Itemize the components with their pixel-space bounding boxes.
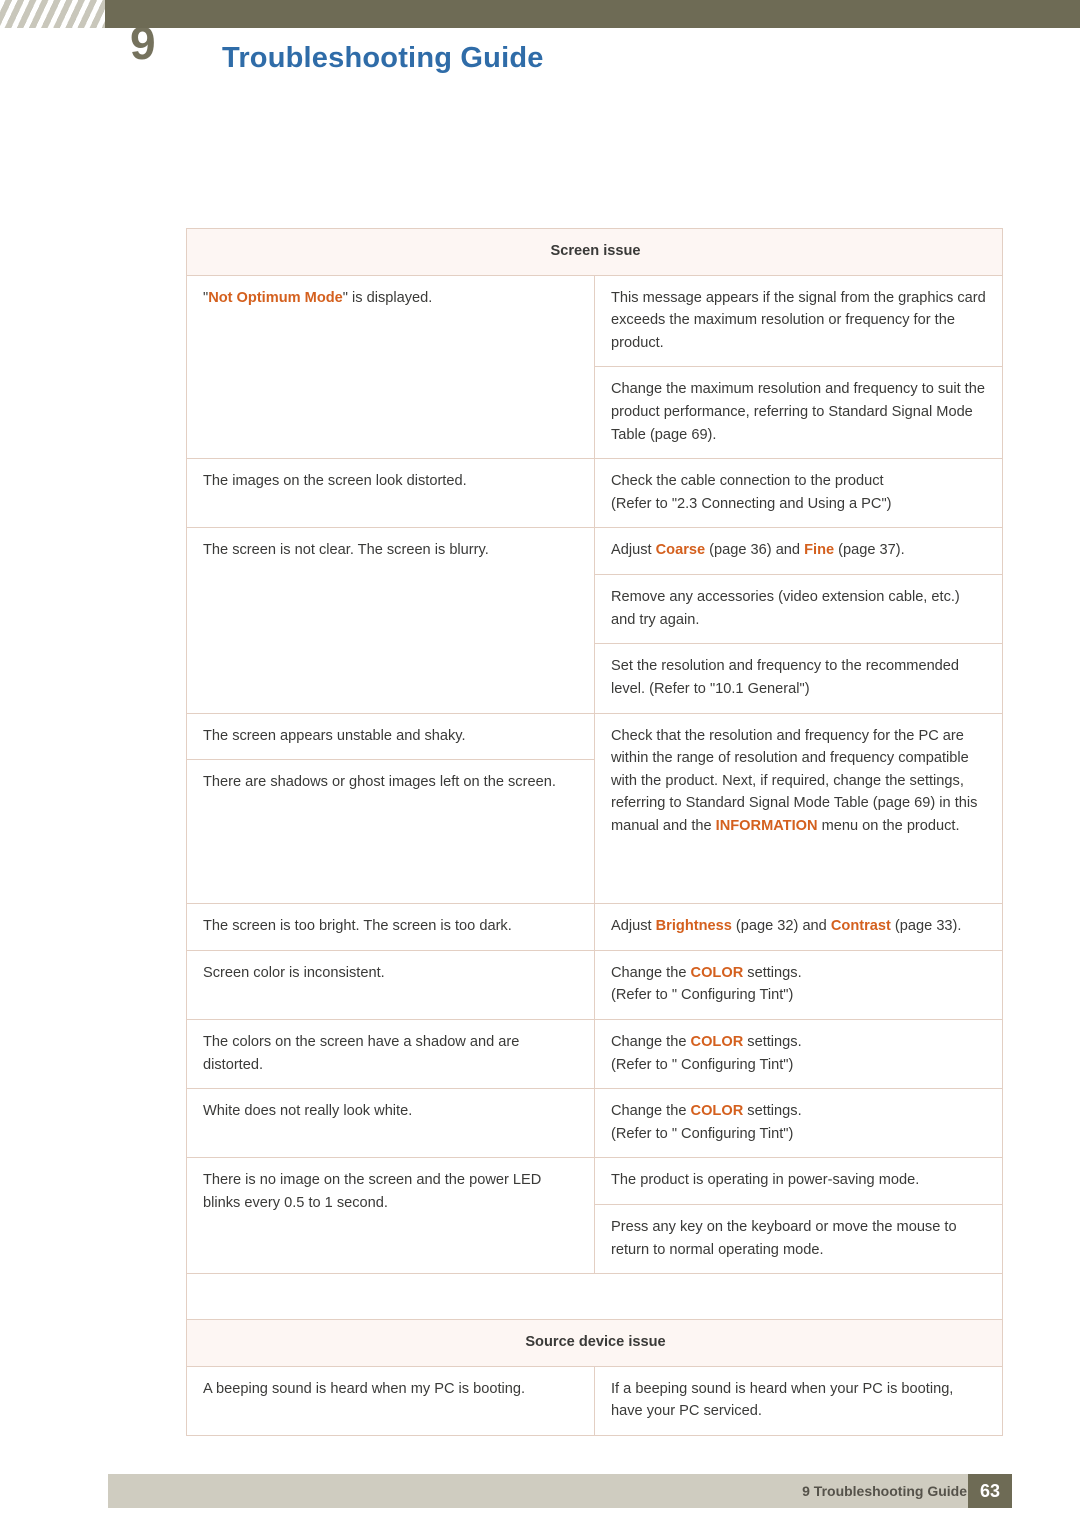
is-displayed-text: is displayed. xyxy=(347,289,433,306)
troubleshooting-table-container: Screen issue "Not Optimum Mode" is displ… xyxy=(186,228,1003,1437)
change-the-text: Change the xyxy=(611,964,691,981)
change-the-text: Change the xyxy=(611,1033,691,1050)
solution-cell: Change the maximum resolution and freque… xyxy=(594,366,1003,460)
color-highlight: COLOR xyxy=(690,964,744,981)
section-header-label: Screen issue xyxy=(186,228,1003,276)
solution-cell: Check the cable connection to the produc… xyxy=(594,458,1003,529)
information-highlight: INFORMATION xyxy=(715,817,818,834)
solution-cell: Change the COLOR settings. (Refer to " Co… xyxy=(594,949,1003,1020)
shadow-part2: menu on the xyxy=(817,817,903,834)
solution-cell: Remove any accessories (video extension … xyxy=(594,574,1003,645)
issue-cell: "Not Optimum Mode" is displayed. xyxy=(186,274,595,460)
issue-cell: A beeping sound is heard when my PC is b… xyxy=(186,1365,595,1437)
change-the-text: Change the xyxy=(611,1103,691,1120)
solution-cell: Adjust Coarse (page 36) and Fine (page 3… xyxy=(594,527,1003,576)
color-highlight: COLOR xyxy=(690,1033,744,1050)
table-row: The screen is too bright. The screen is … xyxy=(186,903,1003,951)
table-row: The screen is not clear. The screen is b… xyxy=(186,527,1003,714)
table-row: Screen color is inconsistent. Change the… xyxy=(186,949,1003,1020)
adjust-prefix: Adjust xyxy=(611,542,656,559)
solution-cell: If a beeping sound is heard when your PC… xyxy=(594,1365,1003,1437)
settings-suffix-text: settings. xyxy=(743,964,802,981)
brightness-highlight: Brightness xyxy=(655,918,732,935)
table-gap xyxy=(186,1273,1003,1321)
issue-cell: Screen color is inconsistent. xyxy=(186,949,595,1020)
section-header-label: Source device issue xyxy=(186,1319,1003,1367)
not-optimum-mode-highlight: Not Optimum Mode xyxy=(208,289,343,306)
solution-cell: Change the COLOR settings. (Refer to " Co… xyxy=(594,1088,1003,1159)
solution-cell: Adjust Brightness (page 32) and Contrast… xyxy=(594,903,1003,951)
table-row: A beeping sound is heard when my PC is b… xyxy=(186,1365,1003,1437)
issue-cell: The screen appears unstable and shaky. xyxy=(186,712,595,761)
contrast-suffix-text: (page xyxy=(890,918,933,935)
issue-cell: There are shadows or ghost images left o… xyxy=(186,759,595,905)
table-row: "Not Optimum Mode" is displayed. This me… xyxy=(186,274,1003,460)
issue-cell: The images on the screen look distorted. xyxy=(186,458,595,529)
coarse-mid-text: (page 36) and xyxy=(705,542,805,559)
color-highlight: COLOR xyxy=(690,1103,744,1120)
section-header-source-device-issue: Source device issue xyxy=(186,1319,1003,1367)
brightness-mid-text: (page 32) and xyxy=(731,918,831,935)
table-row: The screen appears unstable and shaky. C… xyxy=(186,712,1003,905)
solution-cell: This message appears if the signal from … xyxy=(594,274,1003,368)
page-number: 63 xyxy=(968,1474,1012,1508)
shadow-part3: product. xyxy=(906,817,960,834)
issue-cell: The screen is not clear. The screen is b… xyxy=(186,527,595,714)
header-bar xyxy=(0,0,1080,28)
settings-suffix-text: settings. xyxy=(743,1033,802,1050)
contrast-highlight: Contrast xyxy=(830,918,891,935)
contrast-line2-text: 33). xyxy=(936,918,962,935)
page-title: Troubleshooting Guide xyxy=(222,42,544,74)
adjust-prefix: Adjust xyxy=(611,918,656,935)
solution-cell: Change the COLOR settings. (Refer to " Co… xyxy=(594,1018,1003,1090)
settings-suffix-text: settings. xyxy=(743,1103,802,1120)
solution-cell: Press any key on the keyboard or move th… xyxy=(594,1204,1003,1275)
refer-tint-text: (Refer to " Configuring Tint") xyxy=(611,1056,794,1073)
chapter-number: 9 xyxy=(130,17,156,69)
header-hatch-decoration xyxy=(0,0,105,28)
shadow-part1: manual and the xyxy=(611,817,716,834)
screen-issue-table: Screen issue "Not Optimum Mode" is displ… xyxy=(186,228,1003,1437)
fine-suffix-text: (page 37). xyxy=(834,542,905,559)
table-row: There is no image on the screen and the … xyxy=(186,1157,1003,1275)
table-row: The images on the screen look distorted.… xyxy=(186,458,1003,529)
table-row: White does not really look white. Change… xyxy=(186,1088,1003,1159)
refer-tint-text: (Refer to " Configuring Tint") xyxy=(611,1125,794,1142)
table-row: The colors on the screen have a shadow a… xyxy=(186,1018,1003,1090)
issue-cell: There is no image on the screen and the … xyxy=(186,1157,595,1275)
coarse-highlight: Coarse xyxy=(655,542,706,559)
footer-label: 9 Troubleshooting Guide xyxy=(802,1483,967,1499)
fine-highlight: Fine xyxy=(804,542,835,559)
solution-cell: The product is operating in power-saving… xyxy=(594,1157,1003,1206)
solution-cell: Set the resolution and frequency to the … xyxy=(594,643,1003,714)
issue-cell: The screen is too bright. The screen is … xyxy=(186,903,595,951)
refer-tint-text: (Refer to " Configuring Tint") xyxy=(611,987,794,1004)
issue-cell: White does not really look white. xyxy=(186,1088,595,1159)
issue-cell: The colors on the screen have a shadow a… xyxy=(186,1018,595,1090)
solution-cell: Check that the resolution and frequency … xyxy=(594,712,1003,905)
section-header-screen-issue: Screen issue xyxy=(186,228,1003,276)
